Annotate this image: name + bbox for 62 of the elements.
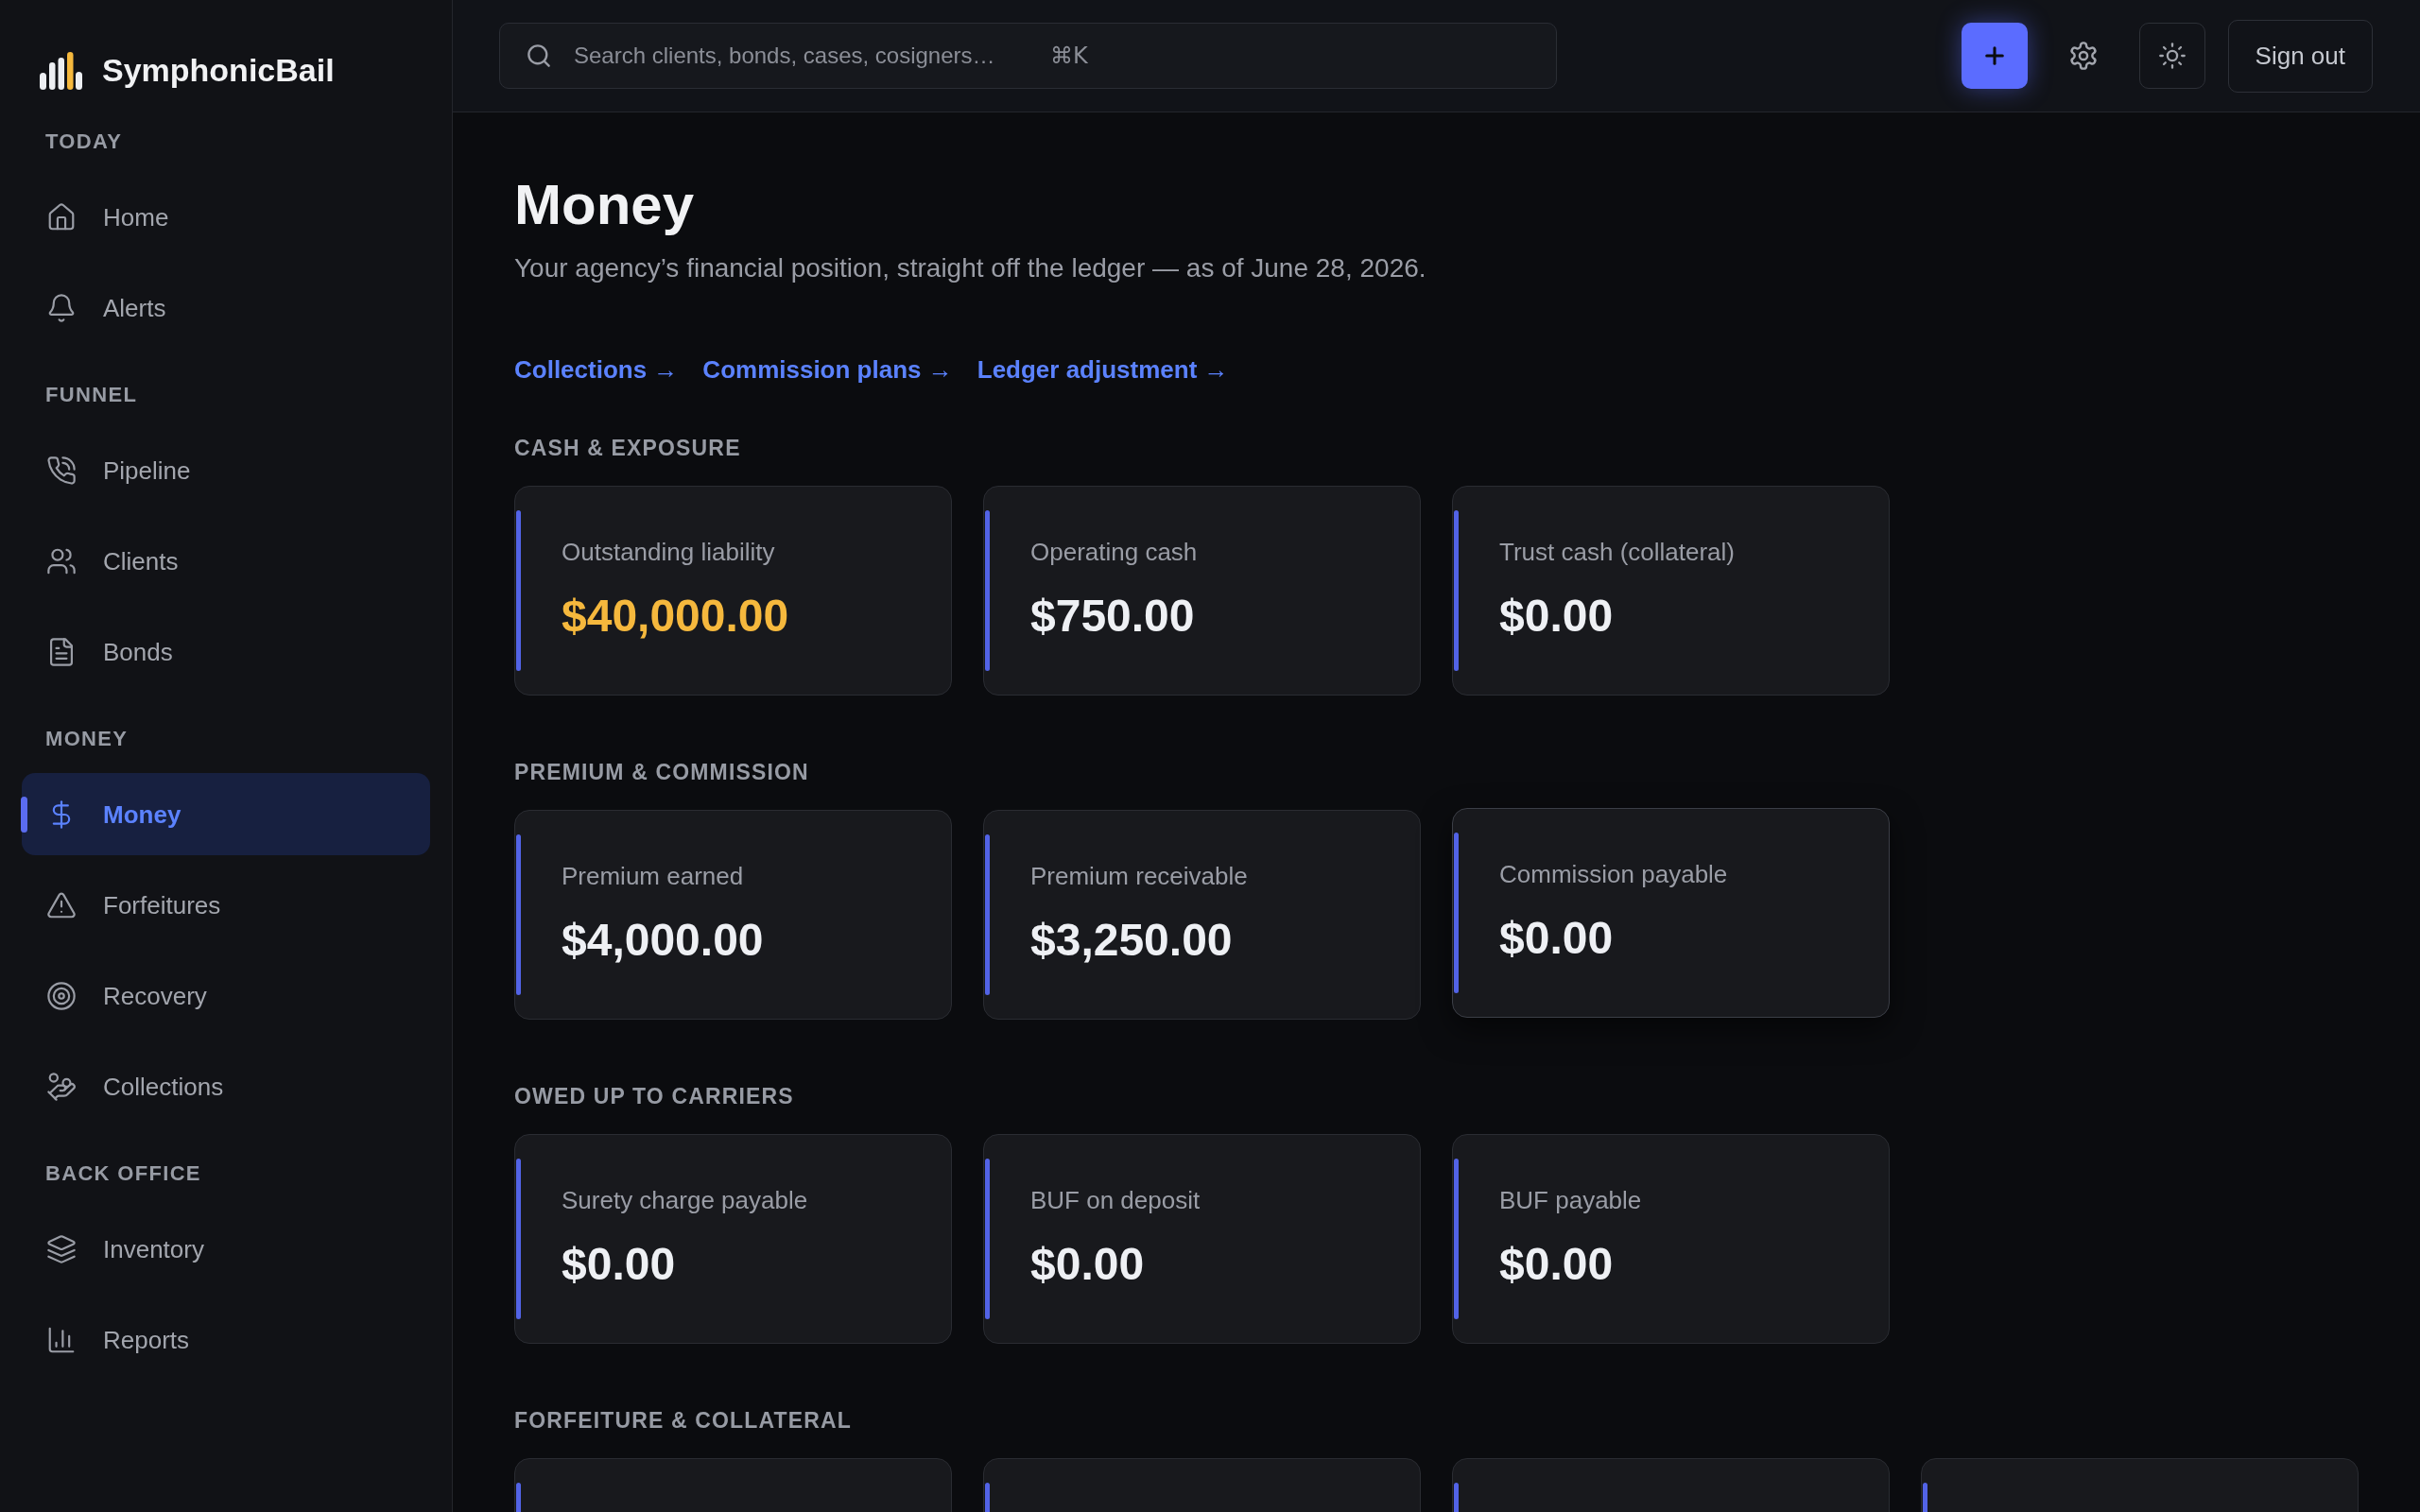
metric-label: Surety charge payable (562, 1185, 808, 1216)
settings-icon (2068, 42, 2098, 70)
section-heading: FORFEITURE & COLLATERAL (514, 1407, 852, 1435)
metric-label: BUF payable (1499, 1185, 1642, 1216)
metric-label: Outstanding liability (562, 537, 775, 568)
metric-label: BUF on deposit (1030, 1185, 1201, 1216)
metric-value: $3,250.00 (1030, 914, 1233, 967)
sidebar-item[interactable]: Collections (22, 1045, 430, 1127)
metric-value: $0.00 (562, 1238, 676, 1291)
sidebar-item[interactable]: Home (22, 176, 430, 258)
sidebar-item[interactable]: Pipeline (22, 429, 430, 511)
bell-icon (47, 293, 76, 322)
metric-value: $4,000.00 (562, 914, 764, 967)
document-icon (47, 637, 76, 666)
quick-link[interactable]: Commission plans → (702, 352, 953, 387)
section-heading: PREMIUM & COMMISSION (514, 759, 809, 786)
house-icon (47, 202, 76, 232)
bar-chart-icon (47, 1325, 76, 1354)
metric-label: Trust cash (collateral) (1499, 537, 1735, 568)
target-icon (47, 981, 76, 1010)
metric-label: Premium receivable (1030, 861, 1248, 892)
sidebar-item[interactable]: Forfeitures (22, 864, 430, 946)
metric-value: $0.00 (1499, 912, 1614, 965)
new-button[interactable] (1961, 23, 2028, 89)
users-icon (47, 546, 76, 576)
brand-name: SymphonicBail (102, 51, 335, 90)
sidebar-item[interactable]: Bonds (22, 610, 430, 693)
metric-value: $40,000.00 (562, 590, 789, 643)
metric-label: Commission payable (1499, 859, 1728, 890)
phone-icon (47, 455, 76, 485)
sidebar-item[interactable]: Alerts (22, 266, 430, 349)
section-heading: FUNNEL (45, 382, 138, 408)
sidebar-item[interactable]: Reports (22, 1298, 430, 1381)
sidebar-item[interactable]: Inventory (22, 1208, 430, 1290)
search-icon (527, 43, 551, 68)
page-title: Money (514, 172, 695, 238)
quick-link[interactable]: Ledger adjustment → (977, 352, 1229, 387)
shortcut-hint: ⌘K (1050, 42, 1088, 70)
theme-toggle-button[interactable] (2138, 23, 2205, 89)
sign-out-button[interactable]: Sign out (2227, 19, 2373, 93)
sun-icon (2158, 43, 2186, 69)
section-heading: MONEY (45, 726, 129, 752)
section-heading: BACK OFFICE (45, 1160, 201, 1187)
section-heading: OWED UP TO CARRIERS (514, 1083, 794, 1110)
layers-icon (47, 1234, 76, 1263)
sidebar-item[interactable]: Clients (22, 520, 430, 602)
metric-label: Operating cash (1030, 537, 1198, 568)
sidebar-item[interactable]: Recovery (22, 954, 430, 1037)
metric-value: $0.00 (1030, 1238, 1145, 1291)
logo-icon (40, 51, 82, 90)
selection-bar (21, 797, 27, 833)
metric-value: $0.00 (1499, 590, 1614, 643)
quick-link[interactable]: Collections → (514, 352, 679, 387)
metric-value: $0.00 (1499, 1238, 1614, 1291)
metric-label: Premium earned (562, 861, 744, 892)
page-subtitle: Your agency’s financial position, straight off the ledger — as of June 28, 2026. (514, 252, 1426, 284)
hand-coin-icon (47, 1072, 76, 1101)
sidebar-item[interactable]: Money (22, 773, 430, 855)
warning-icon (47, 890, 76, 919)
section-heading: TODAY (45, 129, 123, 155)
section-heading: CASH & EXPOSURE (514, 435, 741, 462)
metric-value: $750.00 (1030, 590, 1195, 643)
